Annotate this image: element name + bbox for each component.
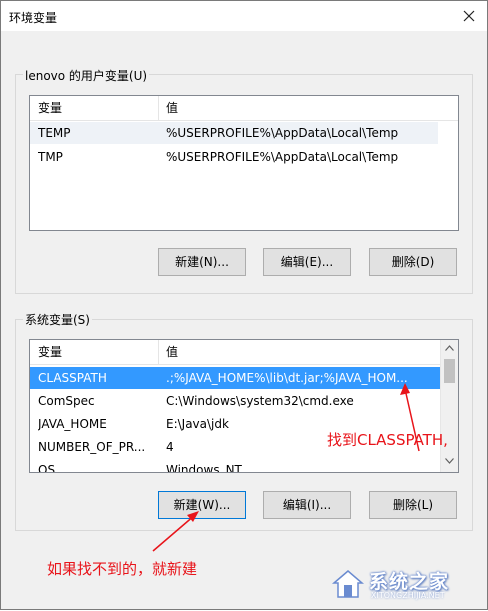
system-variables-list[interactable]: 变量 值 CLASSPATH .;%JAVA_HOME%\lib\dt.jar;… — [29, 339, 459, 473]
variable-value: C:\Windows\system32\cmd.exe — [166, 394, 354, 408]
variable-value: %USERPROFILE%\AppData\Local\Temp — [166, 150, 399, 164]
chevron-down-icon — [445, 458, 454, 464]
table-row[interactable]: ComSpec C:\Windows\system32\cmd.exe — [30, 390, 441, 412]
column-header-variable[interactable]: 变量 — [30, 96, 158, 120]
window-title: 环境变量 — [9, 11, 58, 25]
variable-name: ComSpec — [38, 394, 95, 408]
user-new-button[interactable]: 新建(N)... — [158, 248, 246, 276]
variable-name: CLASSPATH — [38, 371, 107, 385]
annotation-create-new: 如果找不到的，就新建 — [47, 560, 198, 578]
environment-variables-dialog: 环境变量 lenovo 的用户变量(U) 变量 值 TEMP %USERPROF… — [0, 0, 488, 610]
list-header: 变量 值 — [30, 96, 458, 121]
scroll-down-arrow[interactable] — [441, 454, 458, 471]
close-icon — [463, 10, 475, 22]
variable-value: .;%JAVA_HOME%\lib\dt.jar;%JAVA_HOM... — [166, 371, 408, 385]
variable-name: TEMP — [38, 126, 71, 140]
variable-name: NUMBER_OF_PR... — [38, 440, 146, 454]
chevron-up-icon — [445, 345, 454, 351]
table-row[interactable]: TEMP %USERPROFILE%\AppData\Local\Temp — [30, 122, 438, 144]
system-new-button[interactable]: 新建(W)... — [158, 491, 246, 519]
variable-value: Windows_NT — [166, 463, 242, 473]
system-delete-button[interactable]: 删除(L) — [369, 491, 457, 519]
variable-name: JAVA_HOME — [38, 417, 107, 431]
user-edit-button[interactable]: 编辑(E)... — [263, 248, 351, 276]
variable-value: %USERPROFILE%\AppData\Local\Temp — [166, 126, 399, 140]
vertical-scrollbar[interactable] — [440, 340, 458, 472]
scroll-up-arrow[interactable] — [441, 341, 458, 358]
annotation-find-classpath: 找到CLASSPATH, — [327, 431, 448, 449]
variable-name: TMP — [38, 150, 63, 164]
system-variables-label: 系统变量(S) — [23, 311, 92, 328]
table-row[interactable]: TMP %USERPROFILE%\AppData\Local\Temp — [30, 146, 438, 168]
table-row[interactable]: CLASSPATH .;%JAVA_HOME%\lib\dt.jar;%JAVA… — [30, 367, 441, 389]
watermark-text: 系统之家 — [369, 571, 450, 593]
column-header-variable[interactable]: 变量 — [30, 340, 158, 364]
watermark-subtext: XITONGZHIJIA.NET — [371, 591, 445, 600]
title-bar: 环境变量 — [1, 1, 487, 31]
user-variables-label: lenovo 的用户变量(U) — [23, 67, 150, 84]
close-button[interactable] — [457, 5, 481, 27]
column-header-value[interactable]: 值 — [158, 340, 438, 364]
user-variables-list[interactable]: 变量 值 TEMP %USERPROFILE%\AppData\Local\Te… — [29, 95, 459, 231]
column-header-value[interactable]: 值 — [158, 96, 458, 120]
table-row[interactable]: OS Windows_NT — [30, 459, 441, 473]
list-header: 变量 值 — [30, 340, 441, 365]
house-logo-icon — [331, 570, 365, 598]
watermark: 系统之家 XITONGZHIJIA.NET — [331, 565, 481, 603]
system-edit-button[interactable]: 编辑(I)... — [263, 491, 351, 519]
scroll-thumb[interactable] — [444, 359, 455, 383]
variable-name: OS — [38, 463, 56, 473]
user-delete-button[interactable]: 删除(D) — [369, 248, 457, 276]
